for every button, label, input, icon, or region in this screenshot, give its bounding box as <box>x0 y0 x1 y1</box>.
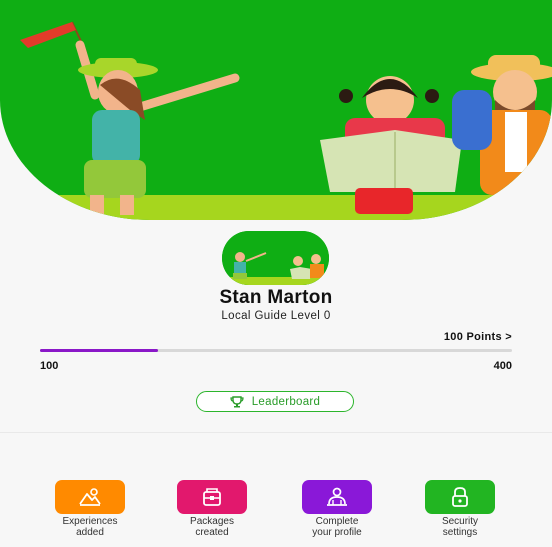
trophy-icon <box>230 395 244 407</box>
progress-min-label: 100 <box>40 360 59 372</box>
profile-tile <box>302 480 372 514</box>
security-tile <box>425 480 495 514</box>
points-link[interactable]: 100 Points > <box>444 331 512 343</box>
packages-tile <box>177 480 247 514</box>
guide-level: Local Guide Level 0 <box>221 310 331 322</box>
avatar[interactable] <box>222 231 329 285</box>
leaderboard-button[interactable]: Leaderboard <box>196 391 354 412</box>
experiences-label: Experiences added <box>62 516 118 538</box>
mountain-sun-icon <box>79 488 101 506</box>
hero-banner <box>0 0 552 220</box>
avatar-image <box>222 231 329 285</box>
progress-max-label: 400 <box>493 360 512 372</box>
security-settings-button[interactable]: Security settings <box>415 480 505 538</box>
profile-icon <box>327 487 347 506</box>
travelers-illustration <box>0 21 552 220</box>
packages-label: Packages created <box>190 516 234 538</box>
package-icon <box>203 488 221 506</box>
leaderboard-label: Leaderboard <box>251 395 321 408</box>
experiences-tile <box>55 480 125 514</box>
section-divider <box>0 432 552 433</box>
profile-name: Stan Marton <box>219 287 333 308</box>
complete-profile-label: Complete your profile <box>312 516 362 538</box>
points-progress-fill <box>40 349 158 352</box>
packages-created-button[interactable]: Packages created <box>167 480 257 538</box>
lock-icon <box>452 487 468 507</box>
complete-profile-button[interactable]: Complete your profile <box>292 480 382 538</box>
security-label: Security settings <box>441 516 479 538</box>
points-progress-bar <box>40 349 512 352</box>
experiences-added-button[interactable]: Experiences added <box>45 480 135 538</box>
